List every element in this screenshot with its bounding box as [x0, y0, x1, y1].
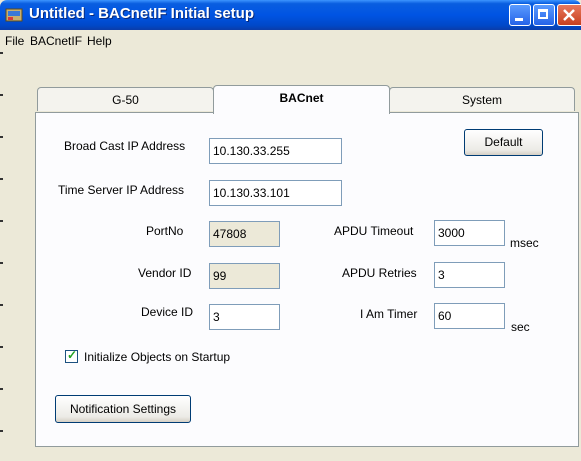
checkmark-icon: ✓ — [67, 348, 78, 362]
port-no-label: PortNo — [146, 224, 184, 238]
app-window: Untitled - BACnetIF Initial setup File B… — [0, 0, 581, 461]
maximize-icon — [538, 9, 548, 19]
init-objects-label[interactable]: Initialize Objects on Startup — [84, 350, 230, 364]
tab-g50[interactable]: G-50 — [37, 87, 214, 111]
apdu-timeout-input[interactable]: 3000 — [434, 220, 505, 246]
close-button[interactable] — [557, 4, 581, 26]
vendor-id-field: 99 — [209, 263, 280, 289]
maximize-button[interactable] — [533, 4, 555, 26]
default-button[interactable]: Default — [464, 129, 543, 156]
port-no-field: 47808 — [209, 221, 280, 247]
broadcast-ip-label: Broad Cast IP Address — [64, 139, 186, 153]
tab-bacnet[interactable]: BACnet — [213, 85, 390, 114]
apdu-retries-label: APDU Retries — [342, 266, 417, 280]
close-icon — [563, 9, 575, 21]
i-am-timer-unit: sec — [511, 320, 530, 334]
device-id-label: Device ID — [141, 305, 194, 319]
notification-settings-button[interactable]: Notification Settings — [55, 395, 191, 423]
time-server-ip-label: Time Server IP Address — [58, 183, 185, 197]
tab-system[interactable]: System — [389, 87, 575, 111]
menu-help[interactable]: Help — [87, 34, 112, 48]
apdu-timeout-label: APDU Timeout — [334, 224, 414, 238]
time-server-ip-input[interactable]: 10.130.33.101 — [209, 180, 342, 206]
app-icon — [5, 8, 23, 22]
device-id-input[interactable]: 3 — [209, 304, 280, 330]
title-bar[interactable]: Untitled - BACnetIF Initial setup — [0, 0, 581, 30]
i-am-timer-input[interactable]: 60 — [434, 303, 505, 329]
i-am-timer-label: I Am Timer — [360, 307, 418, 321]
minimize-button[interactable] — [509, 4, 531, 26]
window-title: Untitled - BACnetIF Initial setup — [29, 5, 254, 22]
menu-file[interactable]: File — [5, 34, 24, 48]
menu-bar: File BACnetIF Help — [0, 30, 581, 52]
vendor-id-label: Vendor ID — [138, 266, 192, 280]
init-objects-checkbox[interactable]: ✓ — [65, 348, 78, 363]
broadcast-ip-input[interactable]: 10.130.33.255 — [209, 138, 342, 164]
apdu-timeout-unit: msec — [510, 236, 539, 250]
left-edge-dots — [0, 52, 3, 461]
menu-bacnetif[interactable]: BACnetIF — [30, 34, 82, 48]
apdu-retries-input[interactable]: 3 — [434, 262, 505, 288]
minimize-icon — [515, 18, 523, 21]
